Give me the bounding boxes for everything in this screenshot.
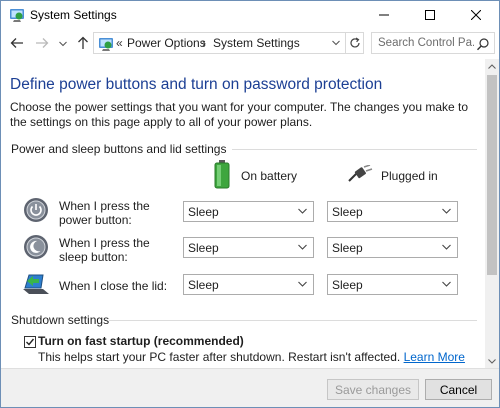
power-button-label-text: When I press the power button: xyxy=(59,199,150,227)
refresh-icon xyxy=(349,37,360,48)
forward-arrow-icon xyxy=(36,38,49,48)
laptop-lid-icon xyxy=(23,274,49,294)
footer-bar: Save changes Cancel xyxy=(1,368,499,407)
content-area: Define power buttons and turn on passwor… xyxy=(1,59,485,368)
chevron-down-icon xyxy=(298,208,307,214)
column-on-battery: On battery xyxy=(241,169,298,183)
maximize-icon xyxy=(425,10,435,20)
address-bar[interactable]: « Power Options › System Settings xyxy=(93,32,346,54)
chevron-down-icon xyxy=(332,40,340,46)
breadcrumb-power-options[interactable]: Power Options xyxy=(127,36,206,50)
fast-startup-desc-text: This helps start your PC faster after sh… xyxy=(38,350,401,364)
select-value: Sleep xyxy=(332,278,363,292)
chevron-down-icon xyxy=(442,244,451,250)
page-heading: Define power buttons and turn on passwor… xyxy=(10,76,383,93)
up-button[interactable] xyxy=(73,33,93,53)
select-value: Sleep xyxy=(188,205,219,219)
power-button-label: When I press the power button: xyxy=(59,199,174,227)
back-button[interactable] xyxy=(7,33,27,53)
save-changes-button[interactable]: Save changes xyxy=(327,379,419,400)
chevron-down-icon xyxy=(442,281,451,287)
scroll-down-button[interactable] xyxy=(485,354,499,368)
sleep-button-label: When I press the sleep button: xyxy=(59,236,174,264)
minimize-button[interactable] xyxy=(361,1,407,29)
battery-icon xyxy=(214,160,230,189)
up-arrow-icon xyxy=(78,36,88,49)
overflow-chevron[interactable]: « xyxy=(116,36,123,50)
lid-close-plugged-select[interactable]: Sleep xyxy=(327,274,458,295)
section-divider xyxy=(232,149,477,150)
search-input[interactable]: Search Control Pa... xyxy=(371,32,495,54)
select-value: Sleep xyxy=(332,205,363,219)
search-icon[interactable] xyxy=(476,37,490,51)
section-divider xyxy=(109,320,477,321)
chevron-down-icon xyxy=(488,358,496,364)
plug-icon xyxy=(348,165,373,182)
chevron-up-icon xyxy=(488,63,496,69)
control-panel-icon xyxy=(99,38,113,51)
fast-startup-description: This helps start your PC faster after sh… xyxy=(38,350,465,364)
chevron-down-icon xyxy=(59,41,67,47)
back-arrow-icon xyxy=(10,38,23,48)
scroll-up-button[interactable] xyxy=(485,59,499,73)
select-value: Sleep xyxy=(188,241,219,255)
chevron-down-icon xyxy=(442,208,451,214)
section-power-title: Power and sleep buttons and lid settings xyxy=(11,142,227,156)
minimize-icon xyxy=(379,14,389,16)
vertical-scrollbar[interactable] xyxy=(485,59,499,368)
close-icon xyxy=(471,10,481,20)
chevron-down-icon xyxy=(298,244,307,250)
recent-locations-button[interactable] xyxy=(57,34,69,54)
power-button-battery-select[interactable]: Sleep xyxy=(183,201,314,222)
select-value: Sleep xyxy=(332,241,363,255)
window: System Settings « Power Options › System… xyxy=(0,0,500,408)
checkmark-icon xyxy=(26,338,35,346)
lid-close-label: When I close the lid: xyxy=(59,279,168,293)
sleep-button-icon xyxy=(24,235,48,259)
control-panel-icon xyxy=(10,9,24,22)
sleep-button-label-text: When I press the sleep button: xyxy=(59,236,150,264)
refresh-button[interactable] xyxy=(346,32,364,54)
search-placeholder: Search Control Pa... xyxy=(378,37,474,49)
section-shutdown-title: Shutdown settings xyxy=(11,313,110,327)
maximize-button[interactable] xyxy=(407,1,453,29)
fast-startup-checkbox[interactable] xyxy=(24,336,36,348)
lid-close-battery-select[interactable]: Sleep xyxy=(183,274,314,295)
sleep-button-plugged-select[interactable]: Sleep xyxy=(327,237,458,258)
fast-startup-label[interactable]: Turn on fast startup (recommended) xyxy=(38,334,244,348)
cancel-button[interactable]: Cancel xyxy=(425,379,492,400)
window-title: System Settings xyxy=(30,8,117,22)
breadcrumb-system-settings[interactable]: System Settings xyxy=(213,36,300,50)
learn-more-link[interactable]: Learn More xyxy=(404,350,465,364)
power-button-icon xyxy=(24,198,48,222)
select-value: Sleep xyxy=(188,278,219,292)
forward-button[interactable] xyxy=(32,33,52,53)
power-button-plugged-select[interactable]: Sleep xyxy=(327,201,458,222)
title-bar: System Settings xyxy=(1,1,499,29)
sleep-button-battery-select[interactable]: Sleep xyxy=(183,237,314,258)
chevron-down-icon xyxy=(298,281,307,287)
close-button[interactable] xyxy=(453,1,499,29)
page-intro: Choose the power settings that you want … xyxy=(10,100,469,129)
address-dropdown-button[interactable] xyxy=(327,32,345,54)
breadcrumb-arrow[interactable]: › xyxy=(202,36,206,50)
column-plugged-in: Plugged in xyxy=(381,169,438,183)
scroll-thumb[interactable] xyxy=(487,75,497,275)
